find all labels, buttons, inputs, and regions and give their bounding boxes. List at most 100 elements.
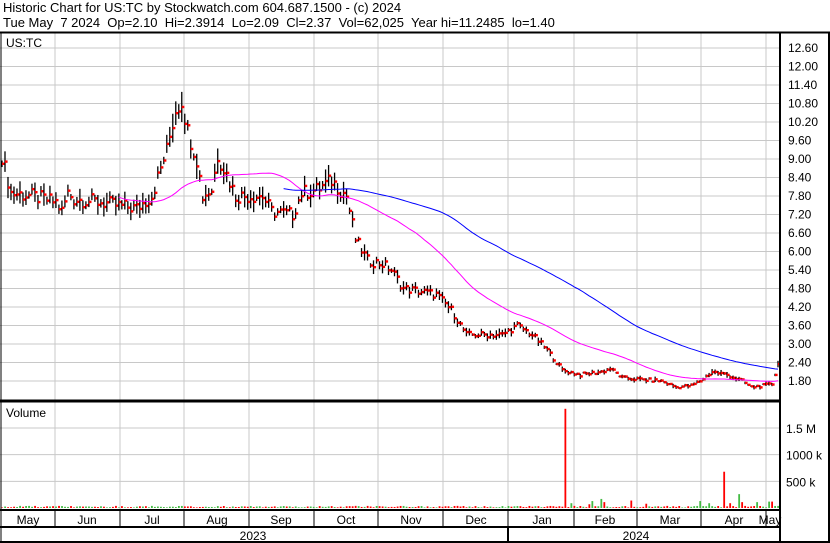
volume-bar — [585, 507, 588, 508]
close-tick — [649, 377, 652, 380]
close-tick — [484, 333, 487, 336]
volume-bar — [744, 505, 747, 508]
volume-bar — [354, 505, 357, 508]
close-tick — [202, 198, 206, 202]
close-tick — [433, 296, 437, 299]
volume-bar — [729, 503, 732, 508]
close-tick — [616, 371, 619, 374]
close-tick — [55, 198, 59, 202]
close-tick — [571, 370, 574, 374]
close-tick — [43, 193, 47, 196]
volume-bar — [717, 506, 720, 508]
volume-bar — [513, 506, 516, 508]
volume-bar — [489, 506, 492, 508]
close-tick — [265, 200, 269, 204]
volume-bar — [396, 506, 399, 508]
close-tick — [418, 292, 422, 295]
volume-bar — [351, 506, 354, 508]
close-tick — [73, 203, 77, 206]
close-tick — [244, 195, 248, 199]
volume-bar — [159, 506, 162, 508]
close-tick — [757, 384, 760, 388]
close-tick — [235, 199, 239, 202]
volume-bar — [630, 500, 633, 508]
close-tick — [166, 142, 170, 146]
volume-bar — [654, 506, 657, 508]
volume-bar — [417, 506, 420, 508]
price-tick-label: 10.80 — [788, 97, 818, 111]
volume-bar — [213, 507, 216, 508]
volume-bar — [279, 506, 282, 508]
close-tick — [724, 372, 727, 375]
close-tick — [625, 375, 628, 378]
close-tick — [130, 210, 134, 213]
volume-bar — [261, 507, 264, 508]
close-tick — [628, 377, 631, 380]
volume-bar — [516, 506, 519, 508]
close-tick — [40, 190, 44, 193]
price-tick-label: 1.80 — [788, 374, 812, 388]
volume-bar — [231, 506, 234, 508]
volume-bars — [1, 408, 779, 508]
volume-bar — [336, 507, 339, 508]
close-tick — [217, 159, 221, 163]
volume-bar — [303, 507, 306, 508]
close-tick — [595, 372, 598, 376]
close-tick — [295, 212, 299, 215]
volume-bar — [381, 506, 384, 508]
volume-bar — [240, 506, 243, 508]
close-tick — [148, 202, 152, 206]
close-tick — [685, 384, 688, 387]
close-tick — [589, 373, 592, 376]
close-tick — [502, 332, 505, 335]
volume-bar — [639, 507, 642, 508]
volume-bar — [504, 507, 507, 508]
volume-bar — [777, 505, 779, 508]
volume-bar — [444, 506, 447, 508]
volume-bar — [174, 507, 177, 508]
month-label: Sep — [270, 513, 292, 527]
volume-bar — [435, 507, 438, 508]
close-tick — [607, 368, 610, 371]
close-tick — [154, 191, 158, 195]
close-tick — [169, 135, 173, 139]
close-tick — [445, 301, 449, 305]
volume-bar — [243, 506, 246, 508]
close-tick — [382, 265, 386, 269]
price-tick-label: 12.60 — [788, 41, 818, 55]
volume-bar — [183, 506, 186, 508]
price-tick-label: 4.80 — [788, 282, 812, 296]
price-tick-label: 9.00 — [788, 152, 812, 166]
close-tick — [403, 286, 407, 290]
month-label: Oct — [337, 513, 356, 527]
close-tick — [4, 160, 8, 163]
close-tick — [301, 195, 305, 198]
volume-bar — [369, 506, 372, 508]
close-tick — [49, 193, 53, 196]
close-tick — [775, 373, 778, 377]
close-tick — [337, 192, 341, 195]
close-tick — [706, 374, 709, 378]
volume-bar — [16, 506, 18, 508]
volume-bar — [151, 505, 153, 508]
price-tick-label: 11.40 — [788, 78, 817, 92]
volume-bar — [432, 507, 435, 508]
volume-bar — [168, 506, 171, 508]
volume-bar — [31, 506, 33, 508]
volume-bar — [79, 506, 81, 508]
volume-bar — [246, 506, 249, 508]
volume-bar — [420, 506, 423, 508]
volume-bar — [103, 506, 105, 508]
volume-bar — [429, 507, 432, 508]
close-tick — [379, 264, 383, 267]
volume-bar — [747, 506, 750, 508]
close-tick — [430, 289, 434, 292]
price-tick-label: 7.80 — [788, 189, 812, 203]
close-tick — [691, 383, 694, 386]
volume-bar — [288, 506, 291, 508]
month-label: Dec — [465, 513, 486, 527]
volume-bar — [693, 506, 696, 508]
close-tick — [193, 155, 197, 159]
volume-bar — [121, 506, 123, 508]
volume-bar — [468, 506, 471, 508]
